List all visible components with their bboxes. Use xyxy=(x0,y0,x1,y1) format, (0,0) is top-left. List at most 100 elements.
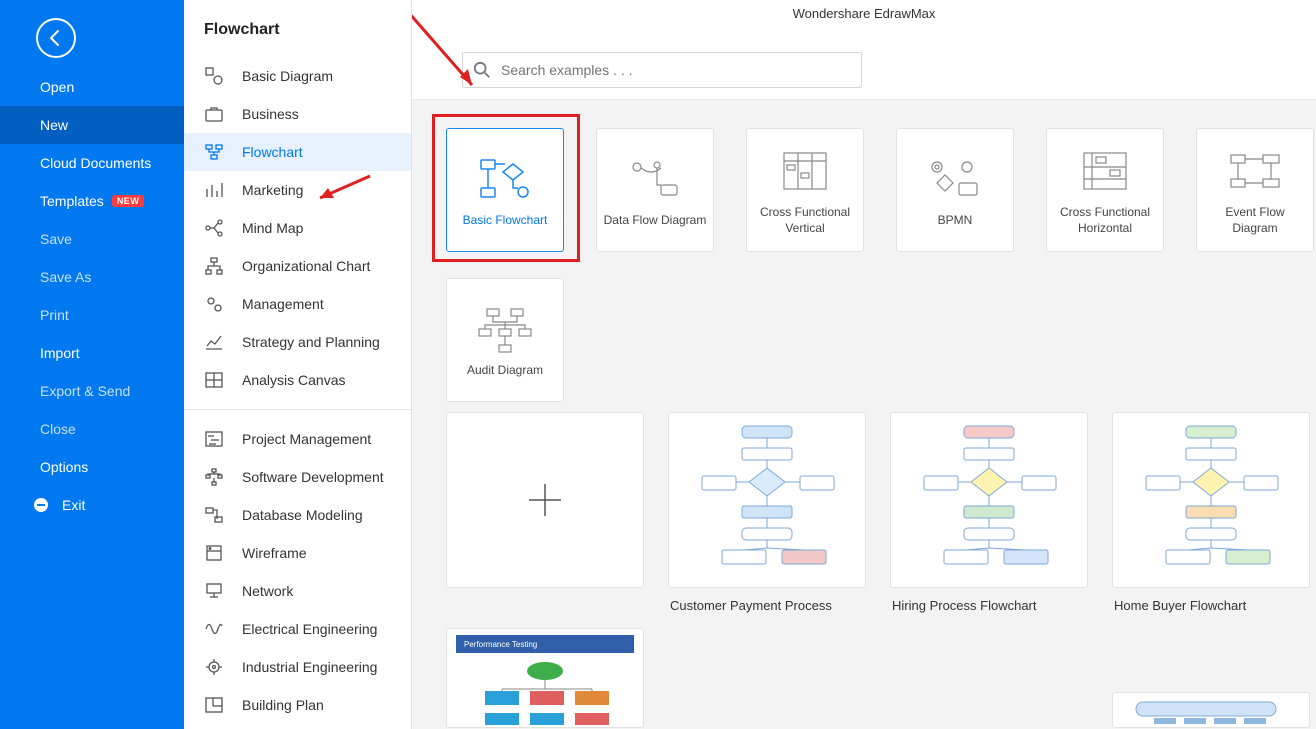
bars-icon xyxy=(204,180,224,200)
sidebar-item-close[interactable]: Close xyxy=(0,410,184,448)
example-card-customer-payment-process[interactable]: Customer Payment Process xyxy=(668,412,866,613)
sidebar-categories: Flowchart Basic Diagram Business Flowchart… xyxy=(184,0,412,729)
example-label xyxy=(446,588,644,598)
search-box[interactable] xyxy=(462,52,862,88)
category-item-industrial-engineering[interactable]: Industrial Engineering xyxy=(184,648,411,686)
cfh-icon xyxy=(1080,144,1130,199)
category-item-network[interactable]: Network xyxy=(184,572,411,610)
wire-icon xyxy=(204,543,224,563)
mindmap-icon xyxy=(204,218,224,238)
category-item-label: Database Modeling xyxy=(242,507,363,523)
search-icon xyxy=(473,61,491,79)
sidebar-item-save-as[interactable]: Save As xyxy=(0,258,184,296)
cfv-icon xyxy=(780,144,830,199)
grid-icon xyxy=(204,370,224,390)
category-item-basic-diagram[interactable]: Basic Diagram xyxy=(184,57,411,95)
template-tiles-row2: Audit Diagram xyxy=(446,278,564,402)
svg-text:Performance Testing: Performance Testing xyxy=(464,640,537,649)
example-label: Hiring Process Flowchart xyxy=(890,588,1088,613)
example-thumb xyxy=(446,412,644,588)
sidebar-item-import[interactable]: Import xyxy=(0,334,184,372)
template-tile-cross-functional-vertical[interactable]: Cross Functional Vertical xyxy=(746,128,864,252)
category-item-database-modeling[interactable]: Database Modeling xyxy=(184,496,411,534)
category-item-label: Mind Map xyxy=(242,220,303,236)
bpmn-icon xyxy=(927,152,983,207)
audit-icon xyxy=(477,302,533,357)
category-item-organizational-chart[interactable]: Organizational Chart xyxy=(184,247,411,285)
sidebar-item-exit[interactable]: Exit xyxy=(0,486,184,524)
category-item-mind-map[interactable]: Mind Map xyxy=(184,209,411,247)
main-area: Wondershare EdrawMax Basic Flowchart Data… xyxy=(412,0,1316,729)
category-item-flowchart[interactable]: Flowchart xyxy=(184,133,411,171)
example-label: Customer Payment Process xyxy=(668,588,866,613)
gantt-icon xyxy=(204,429,224,449)
template-tile-basic-flowchart[interactable]: Basic Flowchart xyxy=(446,128,564,252)
dfd-icon xyxy=(627,152,683,207)
plan-icon xyxy=(204,695,224,715)
tile-label: Cross Functional Vertical xyxy=(747,199,863,236)
example-thumb xyxy=(668,412,866,588)
category-item-label: Strategy and Planning xyxy=(242,334,380,350)
sidebar-item-export-send[interactable]: Export & Send xyxy=(0,372,184,410)
sidebar-item-new[interactable]: New xyxy=(0,106,184,144)
category-item-label: Project Management xyxy=(242,431,371,447)
category-item-label: Management xyxy=(242,296,324,312)
category-item-label: Software Development xyxy=(242,469,384,485)
example-cards: Customer Payment Process Hiring Process F… xyxy=(412,382,1316,613)
briefcase-icon xyxy=(204,104,224,124)
back-button[interactable] xyxy=(36,18,76,58)
template-tile-audit-diagram[interactable]: Audit Diagram xyxy=(446,278,564,402)
example-card-partial[interactable] xyxy=(1112,692,1310,728)
example-card-performance-testing[interactable]: Performance Testing xyxy=(446,628,644,728)
category-item-strategy-and-planning[interactable]: Strategy and Planning xyxy=(184,323,411,361)
category-item-software-development[interactable]: Software Development xyxy=(184,458,411,496)
flow-icon xyxy=(204,142,224,162)
sidebar-item-label: Exit xyxy=(62,497,85,513)
example-blank[interactable] xyxy=(446,412,644,613)
template-tile-event-flow-diagram[interactable]: Event Flow Diagram xyxy=(1196,128,1314,252)
tile-label: BPMN xyxy=(932,207,979,229)
sidebar-item-cloud-documents[interactable]: Cloud Documents xyxy=(0,144,184,182)
category-item-label: Flowchart xyxy=(242,144,303,160)
category-item-project-management[interactable]: Project Management xyxy=(184,420,411,458)
plus-icon xyxy=(527,482,563,518)
example-card-home-buyer-flowchart[interactable]: Home Buyer Flowchart xyxy=(1112,412,1310,613)
exit-icon xyxy=(34,498,48,512)
tile-label: Audit Diagram xyxy=(461,357,549,379)
search-input[interactable] xyxy=(501,62,851,78)
category-item-label: Building Plan xyxy=(242,697,324,713)
example-card-hiring-process-flowchart[interactable]: Hiring Process Flowchart xyxy=(890,412,1088,613)
example-thumb xyxy=(890,412,1088,588)
network-icon xyxy=(204,581,224,601)
category-item-building-plan[interactable]: Building Plan xyxy=(184,686,411,724)
category-item-label: Industrial Engineering xyxy=(242,659,377,675)
category-item-analysis-canvas[interactable]: Analysis Canvas xyxy=(184,361,411,399)
category-item-wireframe[interactable]: Wireframe xyxy=(184,534,411,572)
sidebar-item-templates[interactable]: Templates NEW xyxy=(0,182,184,220)
category-item-marketing[interactable]: Marketing xyxy=(184,171,411,209)
efd-icon xyxy=(1227,144,1283,199)
tree-icon xyxy=(204,467,224,487)
template-tile-bpmn[interactable]: BPMN xyxy=(896,128,1014,252)
category-item-electrical-engineering[interactable]: Electrical Engineering xyxy=(184,610,411,648)
template-tile-data-flow-diagram[interactable]: Data Flow Diagram xyxy=(596,128,714,252)
sidebar-item-print[interactable]: Print xyxy=(0,296,184,334)
category-title: Flowchart xyxy=(184,0,411,57)
example-thumb xyxy=(1112,412,1310,588)
sidebar-item-open[interactable]: Open xyxy=(0,68,184,106)
example-thumb: Performance Testing xyxy=(446,628,644,728)
db-icon xyxy=(204,505,224,525)
app-title: Wondershare EdrawMax xyxy=(412,0,1316,40)
category-item-label: Analysis Canvas xyxy=(242,372,346,388)
category-item-label: Business xyxy=(242,106,299,122)
template-tiles: Basic Flowchart Data Flow Diagram Cross Fu… xyxy=(412,100,1316,252)
chartline-icon xyxy=(204,332,224,352)
sidebar-item-save[interactable]: Save xyxy=(0,220,184,258)
industry-icon xyxy=(204,657,224,677)
category-item-management[interactable]: Management xyxy=(184,285,411,323)
category-item-business[interactable]: Business xyxy=(184,95,411,133)
sidebar-item-options[interactable]: Options xyxy=(0,448,184,486)
template-tile-cross-functional-horizontal[interactable]: Cross Functional Horizontal xyxy=(1046,128,1164,252)
category-item-label: Marketing xyxy=(242,182,303,198)
wave-icon xyxy=(204,619,224,639)
